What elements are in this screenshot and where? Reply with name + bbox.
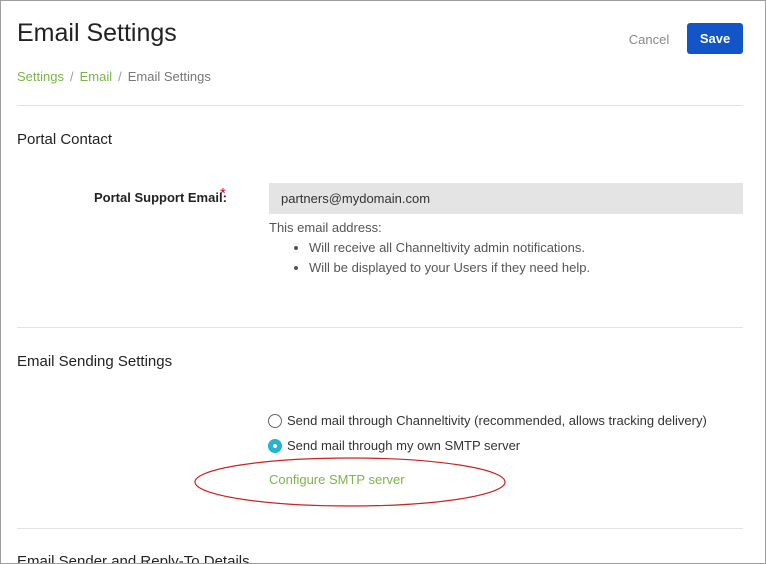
- section-title-email-sending: Email Sending Settings: [17, 353, 173, 370]
- radio-option-own-smtp[interactable]: Send mail through my own SMTP server: [268, 437, 520, 454]
- radio-button-unchecked[interactable]: [268, 413, 282, 428]
- breadcrumb-current: Email Settings: [127, 69, 211, 84]
- portal-support-email-input[interactable]: [269, 183, 743, 214]
- section-divider: [17, 327, 743, 328]
- breadcrumb-separator: /: [69, 69, 74, 84]
- save-button[interactable]: Save: [687, 23, 743, 54]
- section-divider: [17, 105, 743, 106]
- breadcrumb-link-email[interactable]: Email: [80, 69, 113, 84]
- email-settings-page: Email Settings Cancel Save Settings / Emai…: [0, 0, 766, 564]
- help-intro: This email address:: [269, 220, 382, 235]
- radio-label: Send mail through Channeltivity (recomme…: [287, 413, 707, 428]
- help-list-item: Will receive all Channeltivity admin not…: [309, 238, 590, 258]
- email-help-text: This email address: Will receive all Cha…: [269, 220, 590, 278]
- portal-support-email-label: Portal Support Email:: [94, 190, 227, 205]
- cancel-button[interactable]: Cancel: [621, 29, 677, 49]
- help-list-item: Will be displayed to your Users if they …: [309, 258, 590, 278]
- help-list: Will receive all Channeltivity admin not…: [269, 238, 590, 278]
- section-divider: [17, 528, 743, 529]
- required-asterisk: *: [220, 185, 226, 202]
- breadcrumb-link-settings[interactable]: Settings: [17, 69, 64, 84]
- configure-smtp-link[interactable]: Configure SMTP server: [269, 472, 405, 487]
- radio-option-channeltivity[interactable]: Send mail through Channeltivity (recomme…: [268, 412, 707, 429]
- page-title: Email Settings: [17, 19, 177, 47]
- radio-button-checked[interactable]: [268, 438, 282, 453]
- radio-label: Send mail through my own SMTP server: [287, 438, 521, 453]
- breadcrumb: Settings / Email / Email Settings: [17, 69, 211, 84]
- section-title-portal-contact: Portal Contact: [17, 131, 113, 148]
- breadcrumb-separator: /: [118, 69, 122, 84]
- section-title-sender-details: Email Sender and Reply-To Details: [17, 553, 250, 564]
